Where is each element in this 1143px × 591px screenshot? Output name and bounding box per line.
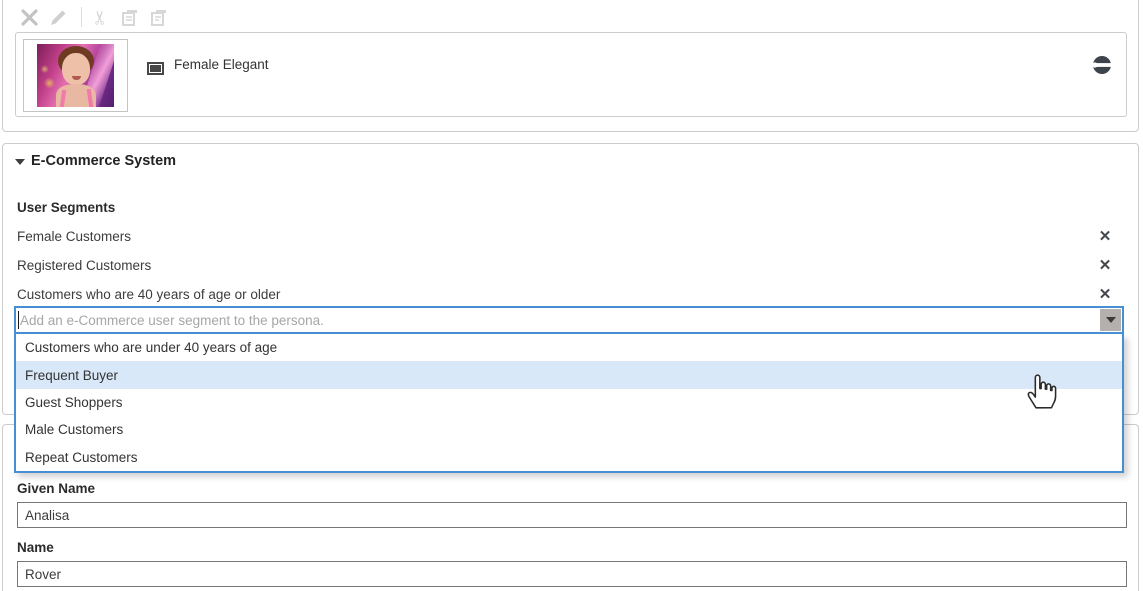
ecommerce-section-title[interactable]: E-Commerce System: [31, 153, 176, 169]
delete-icon[interactable]: [19, 7, 40, 28]
option-guest-shoppers[interactable]: Guest Shoppers: [16, 389, 1122, 416]
chevron-down-icon: [1106, 317, 1116, 323]
hand-cursor-icon: [1023, 366, 1057, 415]
persona-thumbnail: [23, 39, 128, 112]
segment-row: Female Customers ✕: [17, 223, 1124, 251]
remove-segment-icon[interactable]: ✕: [1094, 252, 1116, 280]
media-rectangle-icon: [147, 62, 164, 75]
paste-icon[interactable]: [148, 7, 169, 28]
remove-segment-icon[interactable]: ✕: [1094, 223, 1116, 251]
name-label: Name: [17, 540, 54, 555]
globe-icon[interactable]: [1092, 55, 1112, 75]
option-frequent-buyer[interactable]: Frequent Buyer: [16, 361, 1122, 388]
persona-card[interactable]: Female Elegant: [15, 32, 1127, 117]
persona-panel: ✂: [2, 0, 1139, 132]
option-repeat-customers[interactable]: Repeat Customers: [16, 444, 1122, 471]
persona-editor-page: ✂: [0, 0, 1143, 591]
segment-label: Customers who are 40 years of age or old…: [17, 287, 280, 302]
segment-options-list: Customers who are under 40 years of age …: [14, 334, 1124, 473]
collapse-caret-icon[interactable]: [15, 159, 25, 165]
name-field[interactable]: [17, 561, 1127, 587]
segment-row: Registered Customers ✕: [17, 252, 1124, 280]
user-segments-label: User Segments: [17, 200, 115, 215]
text-caret: [18, 311, 19, 329]
add-segment-input[interactable]: [20, 308, 1090, 332]
copy-icon[interactable]: [119, 7, 140, 28]
given-name-field[interactable]: [17, 502, 1127, 528]
persona-photo: [37, 44, 114, 107]
toolbar-separator: [81, 7, 82, 27]
cut-icon[interactable]: ✂: [90, 7, 111, 28]
segment-label: Female Customers: [17, 229, 131, 244]
persona-title: Female Elegant: [174, 57, 269, 72]
remove-segment-icon[interactable]: ✕: [1094, 281, 1116, 309]
combobox-dropdown-button[interactable]: [1100, 309, 1121, 331]
given-name-label: Given Name: [17, 481, 95, 496]
option-male-customers[interactable]: Male Customers: [16, 416, 1122, 443]
segment-label: Registered Customers: [17, 258, 151, 273]
option-under-40[interactable]: Customers who are under 40 years of age: [16, 334, 1122, 361]
add-segment-combobox[interactable]: [14, 306, 1124, 334]
edit-icon[interactable]: [48, 7, 69, 28]
segment-row: Customers who are 40 years of age or old…: [17, 281, 1124, 309]
persona-toolbar: ✂: [19, 6, 177, 28]
